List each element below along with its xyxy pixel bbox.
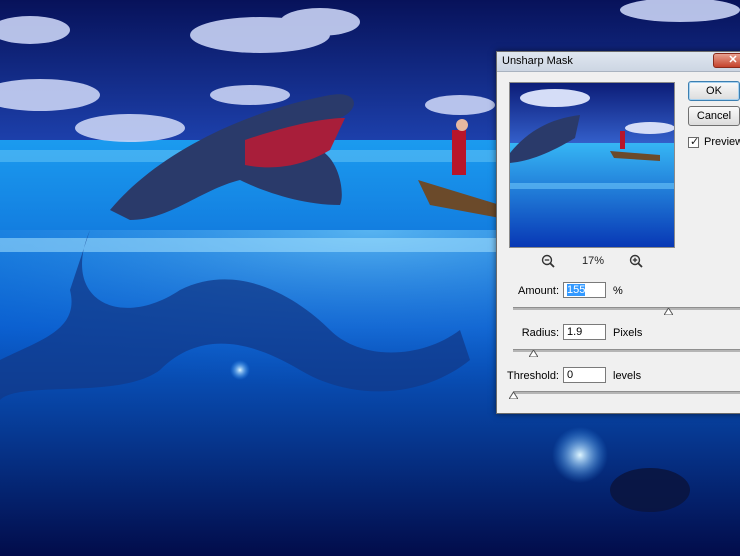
threshold-slider-track[interactable] <box>513 391 740 394</box>
preview-image <box>510 83 674 247</box>
preview-thumbnail[interactable] <box>509 82 675 248</box>
amount-value: 155 <box>567 284 586 296</box>
radius-label: Radius: <box>521 327 559 339</box>
threshold-input[interactable]: 0 <box>563 367 606 383</box>
threshold-label: Threshold: <box>507 370 559 382</box>
zoom-out-icon[interactable] <box>541 254 555 268</box>
radius-input[interactable]: 1.9 <box>563 324 606 340</box>
cancel-button[interactable]: Cancel <box>688 106 740 126</box>
amount-label: Amount: <box>518 285 559 297</box>
preview-toggle[interactable]: ✓ Preview <box>688 136 740 150</box>
close-button[interactable]: ✕ <box>713 53 740 68</box>
radius-value: 1.9 <box>567 326 583 338</box>
zoom-level: 17% <box>581 255 605 267</box>
radius-unit: Pixels <box>613 327 643 339</box>
preview-label: Preview <box>704 136 740 148</box>
dialog-title: Unsharp Mask <box>502 55 573 67</box>
amount-slider-thumb[interactable] <box>663 308 673 315</box>
close-icon: ✕ <box>728 54 738 66</box>
threshold-unit: levels <box>613 370 642 382</box>
unsharp-mask-dialog: Unsharp Mask ✕ 17% OK Cancel ✓ Preview A… <box>496 51 740 414</box>
ok-button[interactable]: OK <box>688 81 740 101</box>
radius-slider-thumb[interactable] <box>529 350 539 357</box>
zoom-controls: 17% <box>541 254 647 270</box>
zoom-in-icon[interactable] <box>629 254 643 268</box>
amount-unit: % <box>613 285 623 297</box>
amount-slider-track[interactable] <box>513 307 740 310</box>
preview-checkbox[interactable]: ✓ <box>688 136 700 148</box>
amount-input[interactable]: 155 <box>563 282 606 298</box>
checkmark-icon: ✓ <box>690 136 700 148</box>
radius-slider-track[interactable] <box>513 349 740 352</box>
threshold-slider-thumb[interactable] <box>508 392 518 399</box>
threshold-value: 0 <box>567 369 574 381</box>
dialog-titlebar[interactable]: Unsharp Mask ✕ <box>497 52 740 72</box>
